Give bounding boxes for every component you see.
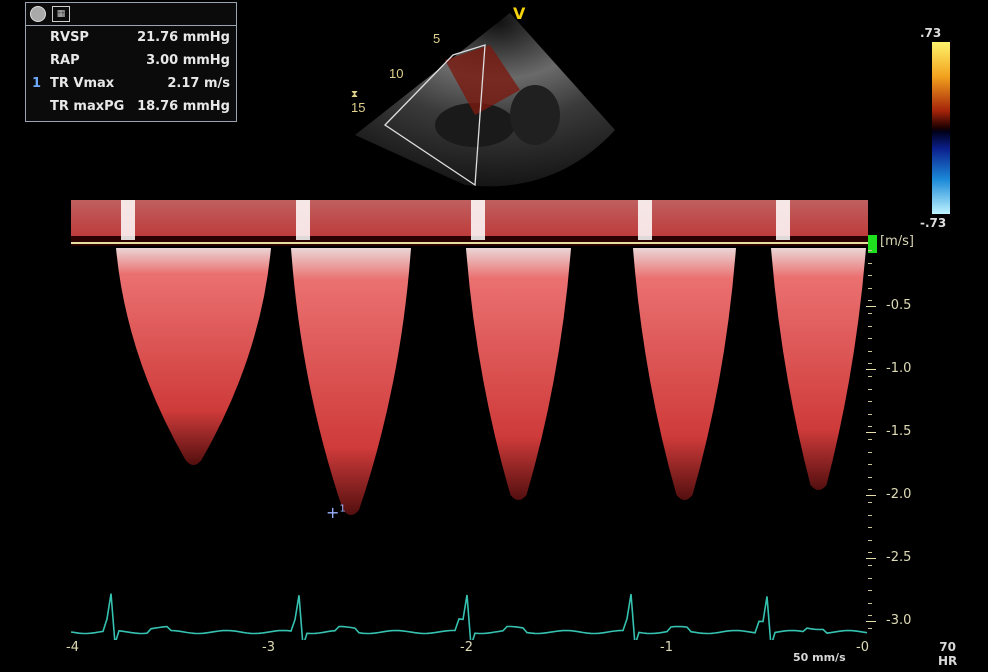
velocity-minor-tick [868, 401, 872, 402]
regurgitant-jet-envelope [466, 248, 571, 500]
color-velocity-scale [932, 42, 950, 214]
row-index: 1 [32, 76, 42, 91]
velocity-minor-tick [868, 615, 872, 616]
velocity-unit: [m/s] [880, 234, 914, 249]
velocity-minor-tick [868, 565, 872, 566]
velocity-tick [866, 495, 876, 496]
time-tick-label: -1 [660, 640, 673, 655]
velocity-minor-tick [868, 414, 872, 415]
time-tick-label: -0 [856, 640, 869, 655]
measurement-row[interactable]: RAP 3.00 mmHg [26, 49, 236, 72]
valve-click-artifact [471, 200, 485, 240]
velocity-minor-tick [868, 439, 872, 440]
velocity-minor-tick [868, 263, 872, 264]
velocity-minor-tick [868, 313, 872, 314]
time-tick-label: -2 [460, 640, 473, 655]
velocity-minor-tick [868, 578, 872, 579]
ecg-trace [71, 593, 868, 640]
regurgitant-jet-envelope [116, 248, 271, 465]
velocity-tick-label: -0.5 [886, 298, 912, 313]
velocity-tick [866, 306, 876, 307]
velocity-minor-tick [868, 502, 872, 503]
velocity-tick-label: -2.0 [886, 487, 912, 502]
velocity-minor-tick [868, 527, 872, 528]
echo-sector-image: 5 10 15 ⧗ [351, 13, 615, 187]
velocity-minor-tick [868, 363, 872, 364]
velocity-minor-tick [868, 628, 872, 629]
measurement-panel: ▦ RVSP 21.76 mmHg RAP 3.00 mmHg 1 TR Vma… [25, 2, 237, 122]
vmax-caliper-cursor[interactable]: +1 [326, 503, 346, 522]
focus-marker-icon: ⧗ [351, 89, 358, 100]
depth-label: 10 [389, 66, 403, 81]
time-tick-label: -3 [262, 640, 275, 655]
velocity-minor-tick [868, 603, 872, 604]
velocity-tick [866, 621, 876, 622]
regurgitant-jet-envelope [633, 248, 736, 500]
velocity-minor-tick [868, 452, 872, 453]
time-tick-label: -4 [66, 640, 79, 655]
spectral-doppler-display[interactable] [71, 200, 868, 640]
row-value: 18.76 mmHg [137, 99, 230, 114]
row-label: TR maxPG [50, 99, 125, 114]
heart-rate-value: 70 [939, 640, 956, 654]
depth-label: 15 [351, 100, 365, 115]
chamber-shadow [510, 85, 560, 145]
velocity-minor-tick [868, 515, 872, 516]
velocity-minor-tick [868, 489, 872, 490]
regurgitant-jet-envelope [771, 248, 866, 490]
row-label: TR Vmax [50, 76, 115, 91]
row-value: 21.76 mmHg [137, 30, 230, 45]
velocity-minor-tick [868, 540, 872, 541]
velocity-minor-tick [868, 376, 872, 377]
forward-flow-band [71, 200, 868, 238]
valve-click-artifact [776, 200, 790, 240]
velocity-tick-label: -1.0 [886, 361, 912, 376]
orientation-marker: V [513, 4, 526, 23]
velocity-minor-tick [868, 326, 872, 327]
measurement-panel-header: ▦ [26, 3, 236, 26]
velocity-minor-tick [868, 477, 872, 478]
velocity-tick [866, 558, 876, 559]
measurement-row[interactable]: RVSP 21.76 mmHg [26, 26, 236, 49]
velocity-minor-tick [868, 590, 872, 591]
caliper-index: 1 [339, 503, 346, 515]
velocity-minor-tick [868, 275, 872, 276]
velocity-tick [866, 432, 876, 433]
row-value: 3.00 mmHg [146, 53, 230, 68]
measurement-row[interactable]: 1 TR Vmax 2.17 m/s [26, 72, 236, 95]
color-scale-bottom-label: -.73 [920, 216, 947, 230]
velocity-minor-tick [868, 351, 872, 352]
velocity-minor-tick [868, 300, 872, 301]
velocity-minor-tick [868, 552, 872, 553]
row-label: RAP [50, 53, 80, 68]
baseline-gap [71, 236, 868, 246]
velocity-minor-tick [868, 426, 872, 427]
calculator-icon[interactable]: ▦ [52, 6, 70, 22]
depth-label: 5 [433, 31, 440, 46]
velocity-minor-tick [868, 288, 872, 289]
velocity-minor-tick [868, 338, 872, 339]
valve-click-artifact [121, 200, 135, 240]
velocity-tick [866, 369, 876, 370]
measurement-row[interactable]: TR maxPG 18.76 mmHg [26, 95, 236, 118]
velocity-tick-label: -2.5 [886, 550, 912, 565]
row-label: RVSP [50, 30, 89, 45]
heart-rate: 70 HR [938, 640, 957, 668]
valve-click-artifact [296, 200, 310, 240]
velocity-minor-tick [868, 389, 872, 390]
velocity-tick-label: -1.5 [886, 424, 912, 439]
velocity-minor-tick [868, 250, 872, 251]
regurgitant-jet-envelope [291, 248, 411, 515]
record-icon[interactable] [30, 6, 46, 22]
velocity-tick-label: -3.0 [886, 613, 912, 628]
valve-click-artifact [638, 200, 652, 240]
heart-rate-unit: HR [938, 654, 958, 668]
sweep-speed: 50 mm/s [793, 651, 846, 664]
color-scale-top-label: .73 [920, 26, 942, 40]
row-value: 2.17 m/s [167, 76, 230, 91]
velocity-minor-tick [868, 464, 872, 465]
